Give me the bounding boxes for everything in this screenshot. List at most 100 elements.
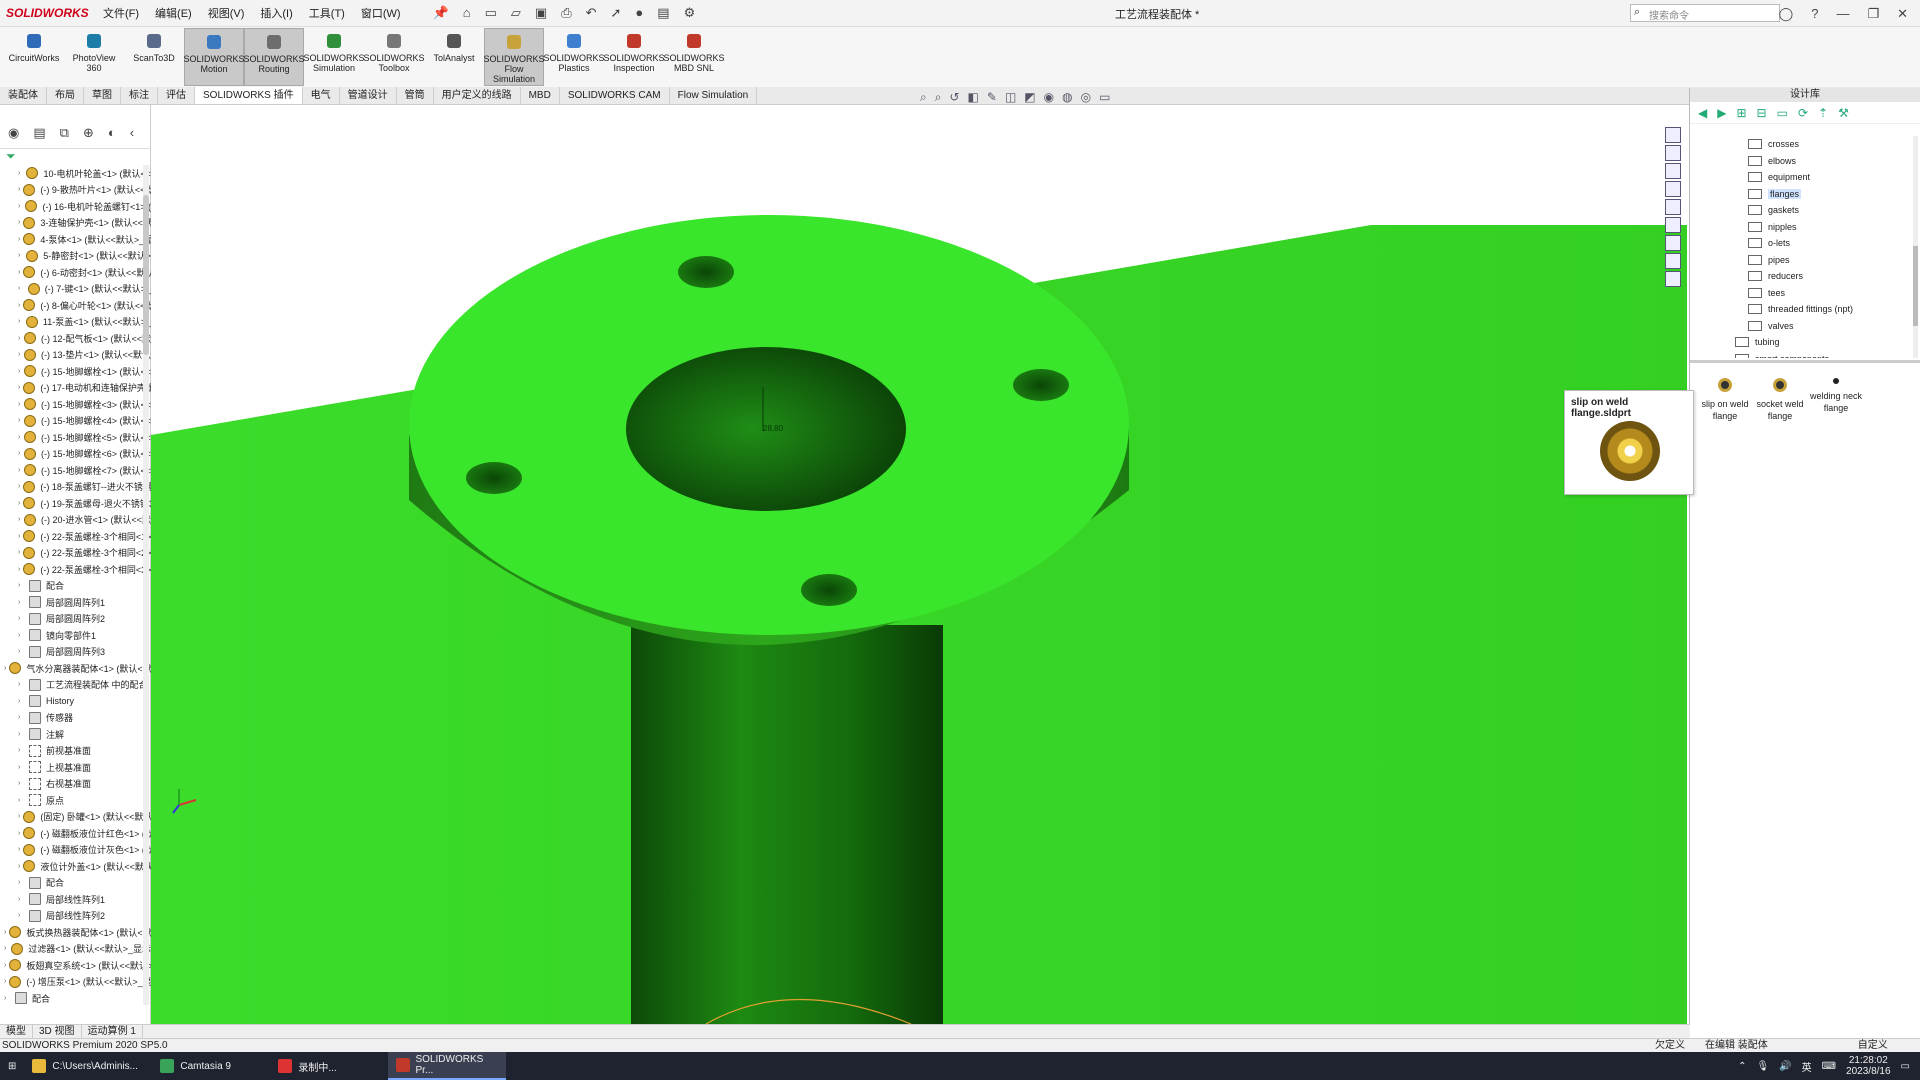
tab-3d-views[interactable]: 3D 视图 <box>33 1025 82 1038</box>
expand-arrow-icon[interactable]: › <box>4 929 6 936</box>
menu-window[interactable]: 窗口(W) <box>353 5 409 21</box>
add-file-location-icon[interactable]: ⊟ <box>1757 106 1767 120</box>
search-commands-input[interactable]: ⌕ 搜索命令 <box>1630 4 1780 22</box>
expand-arrow-icon[interactable]: › <box>18 764 26 771</box>
hide-show-icon[interactable]: ◉ <box>1044 90 1054 105</box>
expand-arrow-icon[interactable]: › <box>18 434 21 441</box>
file-explorer-tab-icon[interactable] <box>1665 163 1681 179</box>
tree-item[interactable]: › (-) 15-地脚螺栓<5> (默认<< <box>0 429 151 446</box>
tab-motion-study[interactable]: 运动算例 1 <box>82 1025 143 1038</box>
expand-arrow-icon[interactable]: › <box>18 615 26 622</box>
library-folder-item[interactable]: flanges <box>1690 186 1920 203</box>
menu-tools[interactable]: 工具(T) <box>301 5 353 21</box>
gear-icon[interactable]: ⚙ <box>684 5 696 21</box>
chevron-up-icon[interactable]: ⌃ <box>1738 1061 1746 1072</box>
notification-icon[interactable]: ▭ <box>1901 1061 1910 1072</box>
section-view-icon[interactable]: ◧ <box>968 90 979 105</box>
expand-arrow-icon[interactable]: › <box>18 269 20 276</box>
expand-arrow-icon[interactable]: › <box>18 780 26 787</box>
tree-item[interactable]: › 10-电机叶轮盖<1> (默认<< <box>0 165 151 182</box>
expand-arrow-icon[interactable]: › <box>18 467 21 474</box>
expand-arrow-icon[interactable]: › <box>4 665 6 672</box>
expand-arrow-icon[interactable]: › <box>18 170 23 177</box>
home-icon[interactable]: ⌂ <box>463 5 471 21</box>
forum-tab-icon[interactable] <box>1665 235 1681 251</box>
expand-arrow-icon[interactable]: › <box>18 203 22 210</box>
menu-view[interactable]: 视图(V) <box>200 5 253 21</box>
status-units[interactable]: 自定义 <box>1858 1039 1888 1052</box>
configuration-manager-icon[interactable]: ⧉ <box>60 125 69 141</box>
expand-arrow-icon[interactable]: › <box>18 450 21 457</box>
menu-edit[interactable]: 编辑(E) <box>147 5 200 21</box>
expand-arrow-icon[interactable]: › <box>18 186 20 193</box>
flange-3d-model[interactable]: 28.80 <box>151 105 1687 1024</box>
tab-3[interactable]: 标注 <box>121 87 158 104</box>
thumbnail-slip-on-weld-flange[interactable]: slip on weld flange <box>1695 378 1755 422</box>
tree-item[interactable]: › (-) 22-泵盖螺栓-3个相同<3> <box>0 561 151 578</box>
refresh-icon[interactable]: ⟳ <box>1798 106 1808 120</box>
feature-tree-icon[interactable]: ◉ <box>8 125 19 141</box>
tree-item[interactable]: › 局部线性阵列1 <box>0 891 151 908</box>
expand-arrow-icon[interactable]: › <box>4 978 6 985</box>
file-properties-icon[interactable]: ▤ <box>657 5 669 21</box>
clock[interactable]: 21:28:02 2023/8/16 <box>1846 1055 1891 1077</box>
print-icon[interactable]: ⎙ <box>561 5 571 21</box>
tree-item[interactable]: › 配合 <box>0 875 151 892</box>
save-icon[interactable]: ▣ <box>535 5 547 21</box>
tree-item[interactable]: › 液位计外盖<1> (默认<<默认 <box>0 858 151 875</box>
toolbox-icon[interactable]: ⚒ <box>1838 106 1849 120</box>
tab-1[interactable]: 布局 <box>47 87 84 104</box>
tree-item[interactable]: › 前视基准面 <box>0 743 151 760</box>
appearances-tab-icon[interactable] <box>1665 199 1681 215</box>
tree-item[interactable]: › (-) 15-地脚螺栓<1> (默认<< <box>0 363 151 380</box>
expand-arrow-icon[interactable]: › <box>18 219 20 226</box>
expand-arrow-icon[interactable]: › <box>18 698 26 705</box>
expand-arrow-icon[interactable]: › <box>18 846 20 853</box>
expand-arrow-icon[interactable]: › <box>18 797 26 804</box>
library-folder-item[interactable]: threaded fittings (npt) <box>1690 301 1920 318</box>
expand-arrow-icon[interactable]: › <box>18 483 20 490</box>
design-library-tab-icon[interactable] <box>1665 145 1681 161</box>
tree-item[interactable]: › (-) 12-配气板<1> (默认<<默 <box>0 330 151 347</box>
cmd-button-7[interactable]: TolAnalyst <box>424 28 484 86</box>
volume-icon[interactable]: 🔊 <box>1779 1061 1791 1072</box>
tree-item[interactable]: › 局部圆周阵列2 <box>0 611 151 628</box>
library-folder-item[interactable]: valves <box>1690 318 1920 335</box>
library-folder-item[interactable]: tubing <box>1690 334 1920 351</box>
open-icon[interactable]: ▱ <box>511 5 521 21</box>
cmd-button-5[interactable]: SOLIDWORKS Simulation <box>304 28 365 86</box>
expand-arrow-icon[interactable]: › <box>18 533 20 540</box>
tree-item[interactable]: › (-) 7-键<1> (默认<<默认>_ <box>0 281 151 298</box>
expand-arrow-icon[interactable]: › <box>18 863 20 870</box>
expand-arrow-icon[interactable]: › <box>18 302 20 309</box>
tab-8[interactable]: 管筒 <box>397 87 434 104</box>
tree-item[interactable]: › 气水分离器装配体<1> (默认<默 <box>0 660 151 677</box>
cmd-button-6[interactable]: SOLIDWORKS Toolbox <box>364 28 425 86</box>
expand-arrow-icon[interactable]: › <box>4 945 8 952</box>
help-icon[interactable]: ? <box>1811 6 1818 21</box>
tree-item[interactable]: › (-) 17-电动机和连轴保护壳螺 <box>0 380 151 397</box>
tree-item[interactable]: › 11-泵盖<1> (默认<<默认>_ <box>0 314 151 331</box>
tree-item[interactable]: › 板翅真空系统<1> (默认<<默认> <box>0 957 151 974</box>
expand-arrow-icon[interactable]: › <box>18 417 21 424</box>
cmd-button-8[interactable]: SOLIDWORKS Flow Simulation <box>484 28 545 86</box>
expand-arrow-icon[interactable]: › <box>18 335 21 342</box>
cmd-button-0[interactable]: CircuitWorks <box>4 28 64 86</box>
tree-item[interactable]: › 过滤器<1> (默认<<默认>_显示 <box>0 941 151 958</box>
property-manager-icon[interactable]: ▤ <box>33 125 45 141</box>
tab-9[interactable]: 用户定义的线路 <box>434 87 521 104</box>
graphics-area[interactable]: 28.80 <box>151 105 1687 1024</box>
tree-item[interactable]: › (-) 16-电机叶轮盖螺钉<1> ( <box>0 198 151 215</box>
routing-library-tab-icon[interactable] <box>1665 253 1681 269</box>
tree-item[interactable]: › 镜向零部件1 <box>0 627 151 644</box>
expand-arrow-icon[interactable]: › <box>18 714 26 721</box>
tree-item[interactable]: › 5-静密封<1> (默认<<默认> <box>0 248 151 265</box>
pin-icon[interactable]: 📌 <box>433 5 449 21</box>
library-folder-item[interactable]: smart components <box>1690 351 1920 358</box>
cmd-button-10[interactable]: SOLIDWORKS Inspection <box>604 28 665 86</box>
expand-arrow-icon[interactable]: › <box>18 813 20 820</box>
view-orientation-icon[interactable]: ◫ <box>1005 90 1016 105</box>
library-folder-item[interactable]: nipples <box>1690 219 1920 236</box>
back-icon[interactable]: ◀ <box>1698 106 1707 120</box>
zoom-area-icon[interactable]: ⌕ <box>935 90 942 105</box>
